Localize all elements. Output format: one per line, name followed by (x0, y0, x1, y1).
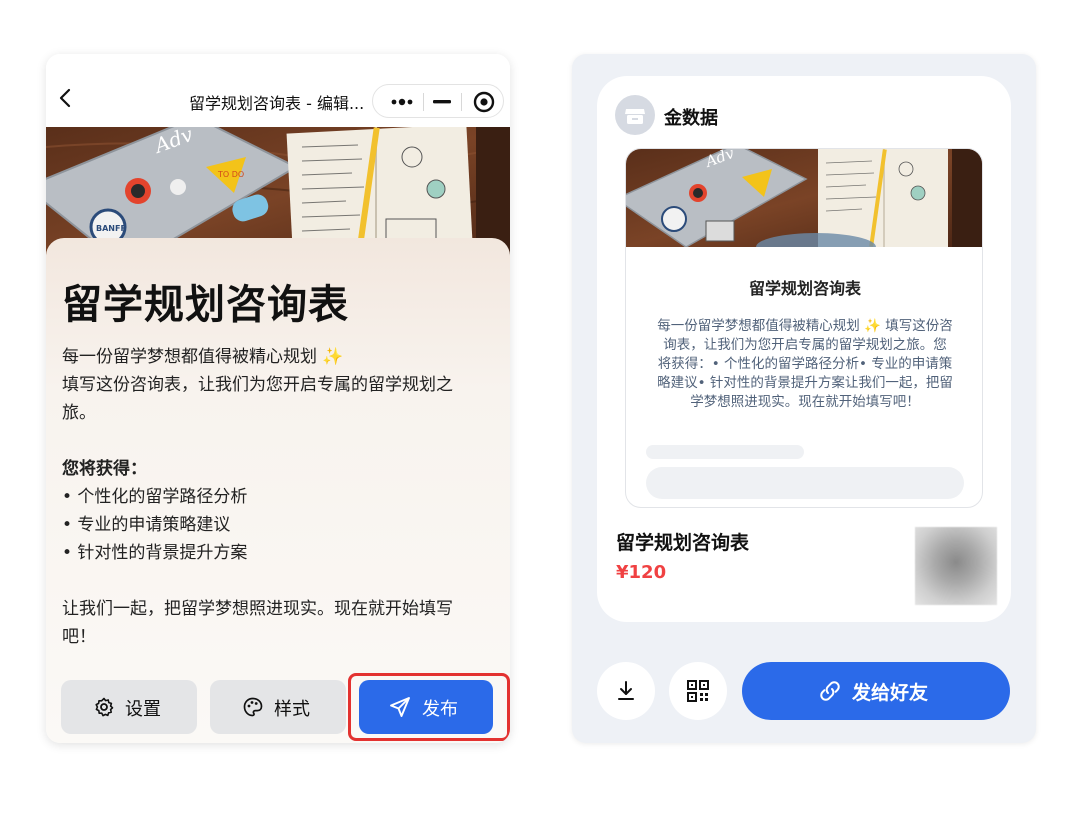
send-label: 发给好友 (852, 682, 929, 704)
svg-text:BANFF: BANFF (96, 224, 126, 233)
placeholder-bar (646, 445, 804, 459)
back-icon[interactable] (56, 88, 76, 108)
publish-button[interactable]: 发布 (359, 680, 493, 734)
style-button[interactable]: 样式 (210, 680, 346, 734)
form-editor-phone: 留学规划咨询表 - 编辑... Adv TO DO BANFF 留学规划咨询表 … (46, 54, 510, 743)
benefit-item: • 个性化的留学路径分析 (62, 487, 248, 507)
minimize-icon[interactable] (429, 85, 455, 119)
more-icon[interactable] (385, 85, 419, 119)
form-preview-card: Adv 留学规划咨询表 每一份留学梦想都值得被精心规划 ✨ 填写这份咨 询表，让… (625, 148, 983, 508)
preview-desc-line: 将获得：• 个性化的留学路径分析• 专业的申请策 (657, 356, 953, 372)
send-icon (390, 697, 410, 717)
preview-description: 每一份留学梦想都值得被精心规划 ✨ 填写这份咨 询表，让我们为您开启专属的留学规… (644, 317, 966, 412)
style-label: 样式 (274, 699, 310, 720)
gear-icon (95, 697, 114, 717)
blurred-qr-thumbnail (915, 527, 997, 605)
product-title: 留学规划咨询表 (616, 532, 750, 554)
close-target-icon[interactable] (469, 85, 499, 119)
capsule-divider (423, 93, 424, 111)
publish-label: 发布 (422, 699, 458, 720)
sparkle-icon: ✨ (322, 347, 344, 367)
send-to-friend-button[interactable]: 发给好友 (742, 662, 1010, 720)
store-icon (625, 109, 645, 124)
share-panel: 金数据 Adv 留学规划咨询表 每一份留学梦想都值得被精心规划 ✨ 填写这份咨 … (572, 54, 1036, 743)
intro-line: 旅。 (62, 403, 96, 423)
benefit-item: • 专业的申请策略建议 (62, 515, 231, 535)
page-title: 留学规划咨询表 - 编辑... (189, 94, 365, 113)
capsule-menu (372, 84, 504, 118)
svg-text:TO DO: TO DO (217, 170, 244, 179)
form-intro-panel: 留学规划咨询表 每一份留学梦想都值得被精心规划 ✨ 填写这份咨询表，让我们为您开… (46, 238, 510, 743)
benefit-item: • 针对性的背景提升方案 (62, 543, 248, 563)
link-icon (820, 681, 840, 701)
intro-line: 每一份留学梦想都值得被精心规划 ✨ (62, 347, 344, 367)
product-price: ¥120 (616, 562, 667, 583)
capsule-divider (461, 93, 462, 111)
settings-label: 设置 (125, 699, 161, 720)
palette-icon (243, 697, 263, 717)
benefits-title: 您将获得： (62, 459, 147, 479)
outro-line: 吧！ (62, 627, 96, 647)
download-icon (618, 681, 634, 700)
intro-line: 填写这份咨询表，让我们为您开启专属的留学规划之 (62, 375, 453, 395)
preview-desc-line: 学梦想照进现实。现在就开始填写吧！ (690, 394, 920, 410)
mini-program-topbar: 留学规划咨询表 - 编辑... (46, 54, 510, 127)
settings-button[interactable]: 设置 (61, 680, 197, 734)
brand-name: 金数据 (664, 108, 718, 129)
outro-line: 让我们一起，把留学梦想照进现实。现在就开始填写 (62, 599, 453, 619)
share-card: 金数据 Adv 留学规划咨询表 每一份留学梦想都值得被精心规划 ✨ 填写这份咨 … (597, 76, 1011, 622)
preview-desc-line: 每一份留学梦想都值得被精心规划 ✨ 填写这份咨 (657, 318, 953, 334)
preview-hero-image: Adv (626, 149, 982, 247)
form-heading: 留学规划咨询表 (62, 282, 349, 328)
preview-desc-line: 略建议• 针对性的背景提升方案让我们一起，把留 (657, 375, 953, 391)
preview-desc-line: 询表，让我们为您开启专属的留学规划之旅。您 (663, 337, 947, 353)
download-button[interactable] (597, 662, 655, 720)
qrcode-button[interactable] (669, 662, 727, 720)
preview-title: 留学规划咨询表 (748, 279, 861, 298)
qrcode-icon (687, 680, 709, 702)
placeholder-bar (646, 467, 964, 499)
avatar (615, 95, 655, 135)
